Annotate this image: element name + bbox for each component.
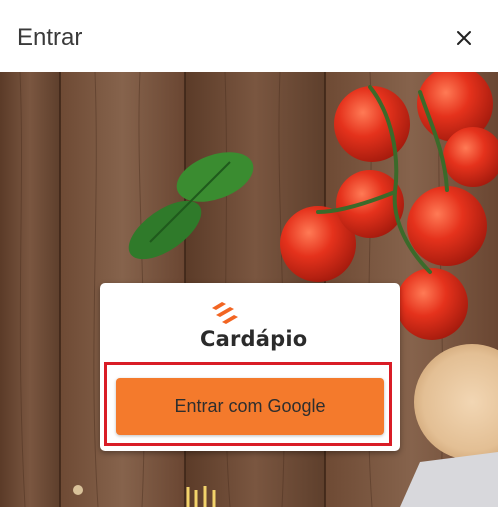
dialog-header: Entrar <box>0 0 498 72</box>
dialog-title: Entrar <box>17 24 83 51</box>
google-sign-in-button[interactable]: Entrar com Google <box>116 378 384 435</box>
close-button[interactable] <box>448 22 480 54</box>
close-icon <box>457 31 471 45</box>
cardapio-logo-icon <box>212 302 238 324</box>
brand-name: Cardápio <box>200 327 308 351</box>
